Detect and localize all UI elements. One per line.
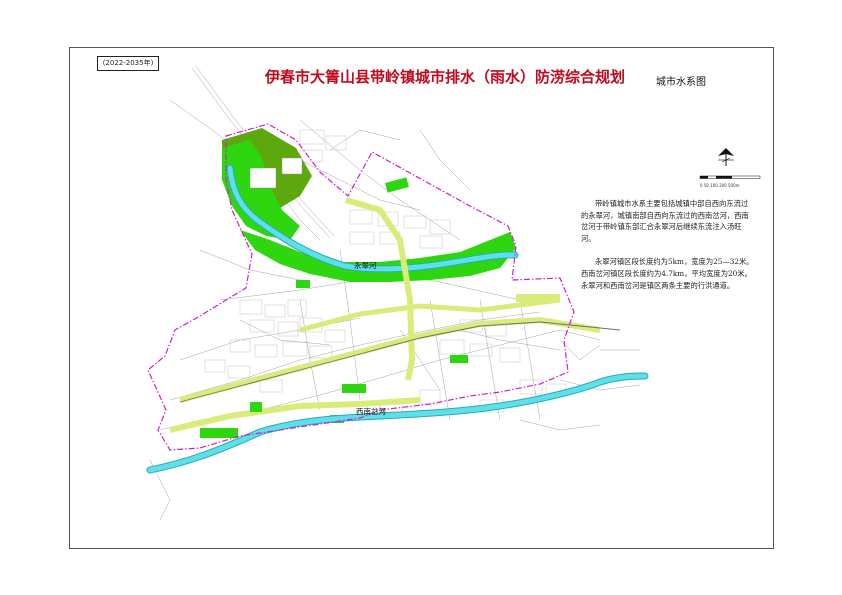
scale-bar bbox=[699, 175, 761, 179]
xinancha-river-label: 西南岔河 bbox=[356, 406, 386, 416]
scale-bar-labels: 0 50 100 200 500m bbox=[700, 183, 740, 188]
yongcui-river-label: 永翠河 bbox=[354, 260, 377, 270]
description-paragraph-1: 带岭镇城市水系主要包括城镇中部自西向东流过的永翠河，城镇南部自西向东流过的西南岔… bbox=[581, 199, 749, 243]
railway-line bbox=[179, 321, 621, 403]
map-description: 带岭镇城市水系主要包括城镇中部自西向东流过的永翠河，城镇南部自西向东流过的西南岔… bbox=[581, 198, 754, 303]
railway-greenway-main bbox=[179, 316, 601, 403]
green-patch-6 bbox=[450, 355, 468, 363]
green-patch-2 bbox=[516, 294, 560, 302]
green-patch-3 bbox=[342, 384, 366, 393]
green-patch-8 bbox=[250, 402, 262, 412]
park-plot-2 bbox=[281, 157, 303, 175]
green-patch-4 bbox=[296, 280, 310, 288]
street-network bbox=[149, 65, 641, 521]
green-patch-1 bbox=[385, 177, 409, 193]
north-arrow-icon bbox=[718, 148, 734, 166]
green-patch-5 bbox=[200, 428, 238, 438]
park-plot-1 bbox=[249, 167, 277, 189]
railway-greenway-north bbox=[299, 297, 561, 333]
description-paragraph-2: 永翠河镇区段长度约为5km，宽度为25—32米。西南岔河镇区段长度约为4.7km… bbox=[581, 257, 754, 290]
